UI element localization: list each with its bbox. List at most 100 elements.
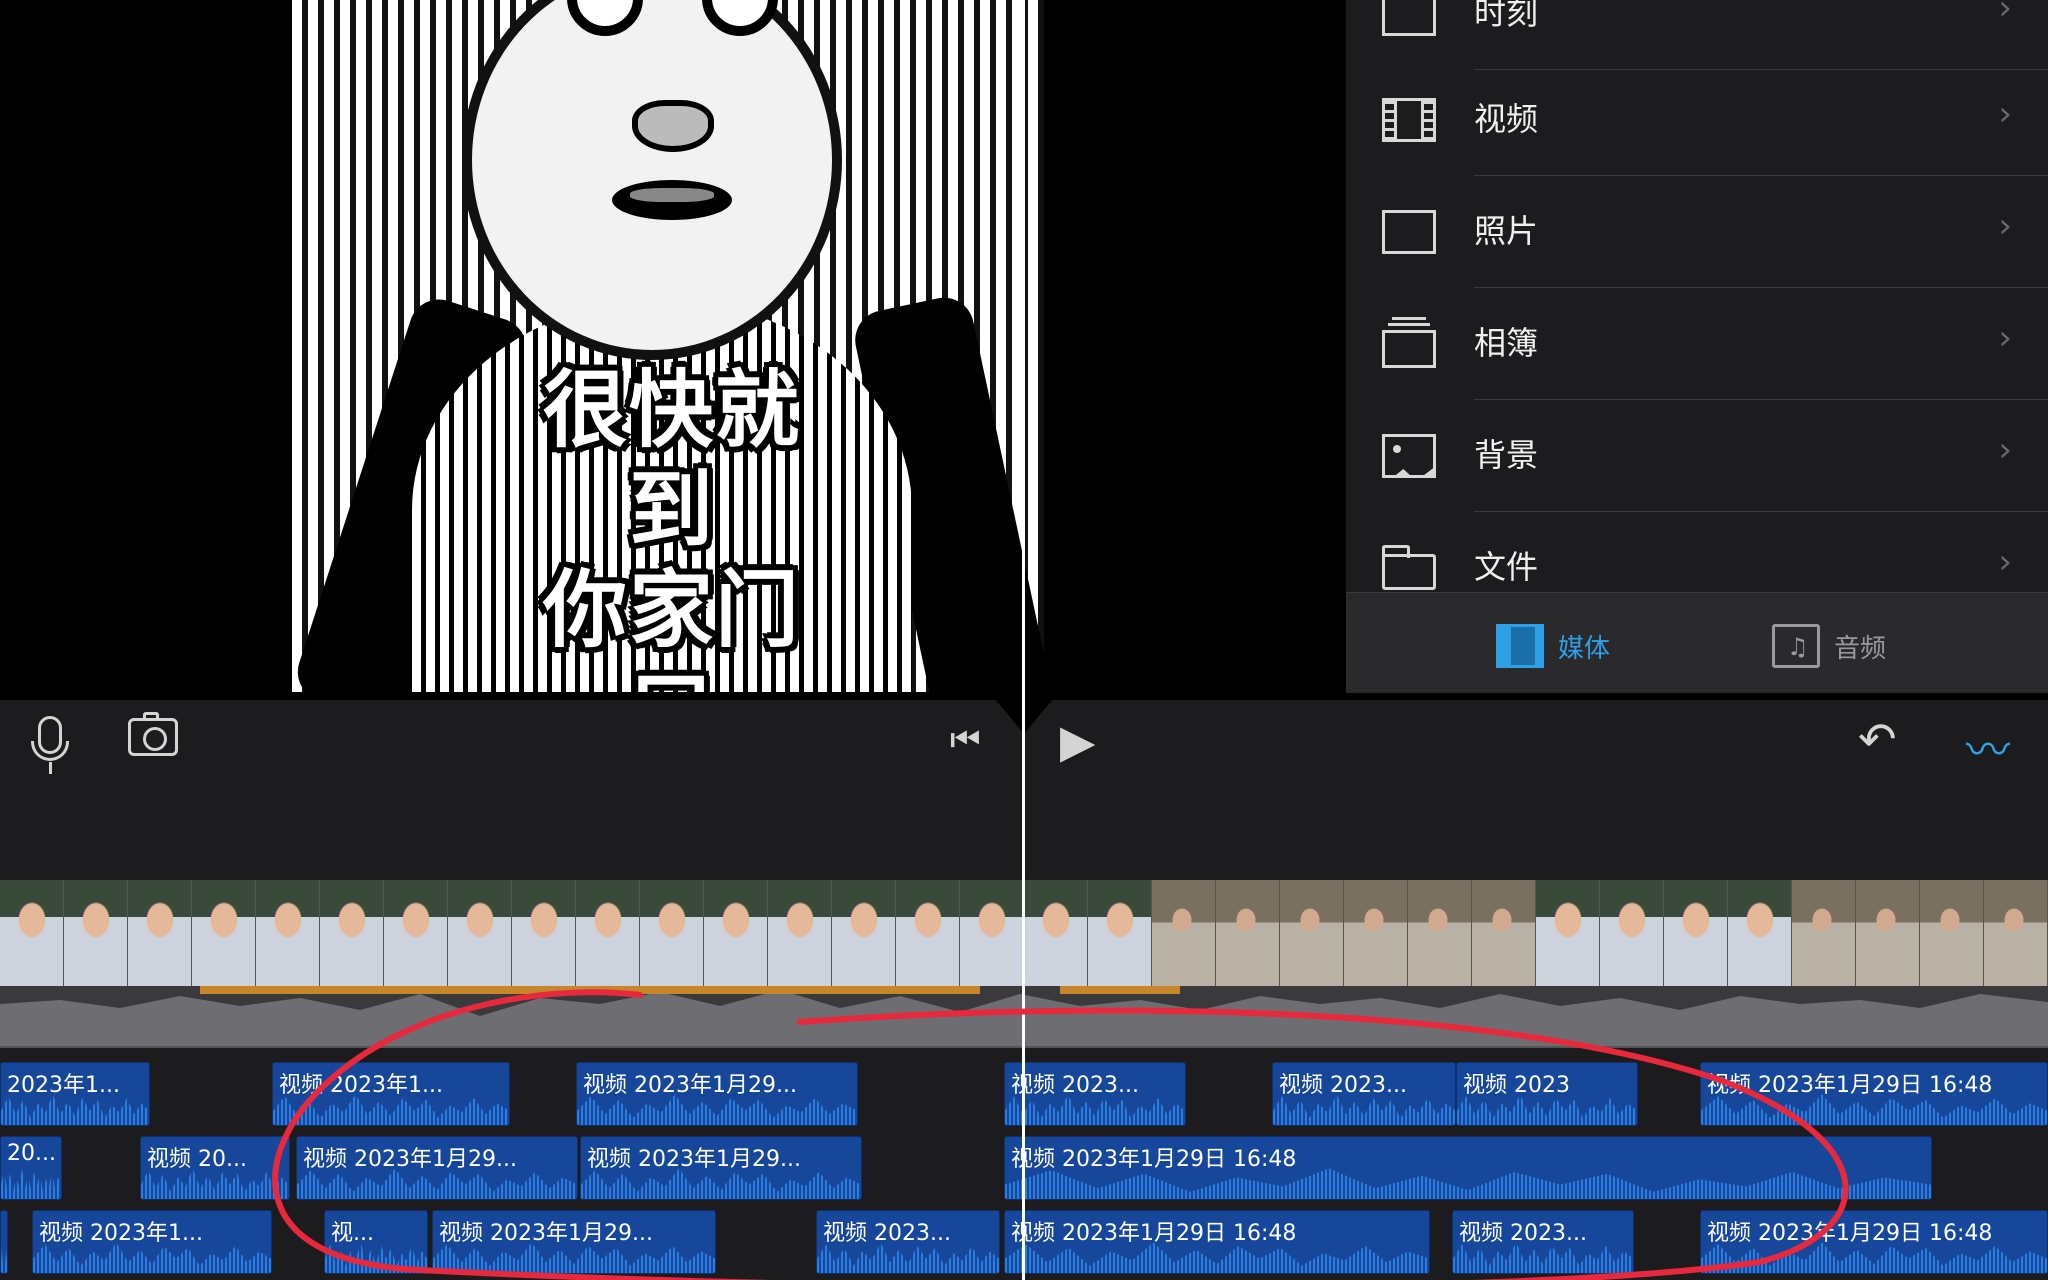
browser-row-videos[interactable]: 视频 ›: [1346, 64, 2048, 176]
audio-clip[interactable]: 视频 2023...: [816, 1210, 1000, 1274]
audio-clip[interactable]: 视频 2023年1...: [32, 1210, 272, 1274]
left-eye: [567, 0, 643, 36]
filmstrip-thumbnail: [1344, 880, 1408, 986]
browser-row-label: 视频: [1474, 100, 1539, 138]
clip-label: 视频 20...: [147, 1147, 247, 1172]
clip-label: 视频 2023年1月29日 16:48: [1707, 1073, 1993, 1098]
moments-icon: [1382, 0, 1436, 36]
audio-clip[interactable]: 视频 2023年1月29日 16:48: [1700, 1210, 2048, 1274]
tab-media-label: 媒体: [1558, 633, 1611, 664]
audio-clip[interactable]: 视频 2023年1月29日 16:48: [1004, 1136, 1932, 1200]
browser-row-label: 文件: [1474, 548, 1539, 586]
audio-clip[interactable]: 视频 20...: [140, 1136, 290, 1200]
nose: [632, 100, 714, 152]
filmstrip-thumbnail: [256, 880, 320, 986]
filmstrip-thumbnail: [832, 880, 896, 986]
audio-clip[interactable]: 视频 2023年1月29日 16:48: [1004, 1210, 1430, 1274]
background-image-icon: [1382, 434, 1436, 478]
filmstrip-thumbnail: [1920, 880, 1984, 986]
audio-clip[interactable]: 视频 2023年1月29...: [432, 1210, 716, 1274]
audio-clip[interactable]: [0, 1210, 8, 1274]
filmstrip-thumbnail: [1088, 880, 1152, 986]
audio-waveform-icon[interactable]: 〰: [1966, 714, 2010, 778]
browser-row-label: 背景: [1474, 436, 1539, 474]
audio-clip[interactable]: 20...: [0, 1136, 62, 1200]
film-icon: [1382, 98, 1436, 142]
browser-row-label: 相簿: [1474, 324, 1539, 362]
playhead[interactable]: [1022, 0, 1025, 1280]
clip-label: 视频 2023年1...: [279, 1073, 443, 1098]
filmstrip-thumbnail: [896, 880, 960, 986]
media-film-icon: [1496, 624, 1544, 668]
camera-icon[interactable]: [128, 712, 178, 756]
filmstrip-thumbnail: [1472, 880, 1536, 986]
right-eye: [702, 0, 778, 36]
clip-label: 视频 2023年1月29...: [303, 1147, 517, 1172]
audio-clip[interactable]: 视频 2023...: [1452, 1210, 1634, 1274]
microphone-stand: [49, 762, 52, 774]
audio-clip[interactable]: 视频 2023年1月29...: [576, 1062, 858, 1126]
clip-label: 视频 2023年1月29日 16:48: [1011, 1147, 1297, 1172]
filmstrip-thumbnail: [448, 880, 512, 986]
browser-row-backgrounds[interactable]: 背景 ›: [1346, 400, 2048, 512]
filmstrip-thumbnail: [384, 880, 448, 986]
caption-line-2: 你家门口: [542, 561, 801, 692]
clip-label: 视频 2023年1月29...: [587, 1147, 801, 1172]
filmstrip-thumbnail: [64, 880, 128, 986]
browser-row-photos[interactable]: 照片 ›: [1346, 176, 2048, 288]
clip-label: 视频 2023年1月29...: [583, 1073, 797, 1098]
audio-clip[interactable]: 视频 2023年1月29日 16:48: [1700, 1062, 2048, 1126]
chevron-right-icon: ›: [1998, 542, 2012, 582]
audio-clip[interactable]: 视频 2023年1...: [272, 1062, 510, 1126]
filmstrip-thumbnail: [192, 880, 256, 986]
audio-clip[interactable]: 视频 2023年1月29...: [296, 1136, 578, 1200]
audio-clip[interactable]: 视频 2023...: [1004, 1062, 1186, 1126]
browser-tab-bar: 媒体 ♫ 音频: [1346, 592, 2048, 693]
clip-label: 2023年1...: [7, 1073, 120, 1098]
clip-label: 视频 2023...: [1459, 1221, 1587, 1246]
browser-row-albums[interactable]: 相簿 ›: [1346, 288, 2048, 400]
album-stack-icon: [1382, 317, 1436, 368]
preview-frame: 很快就到 你家门口: [292, 0, 1044, 692]
filmstrip-thumbnail: [1536, 880, 1600, 986]
audio-clip[interactable]: 视频 2023: [1456, 1062, 1638, 1126]
audio-clip[interactable]: 视频 2023...: [1272, 1062, 1456, 1126]
play-icon[interactable]: ▶: [1060, 714, 1095, 768]
skip-to-start-icon[interactable]: ⏮: [950, 720, 981, 760]
filmstrip-thumbnail: [1280, 880, 1344, 986]
clip-label: 20...: [7, 1141, 56, 1166]
clip-label: 视频 2023年1月29...: [439, 1221, 653, 1246]
filmstrip-thumbnail: [0, 880, 64, 986]
clip-label: 视频 2023...: [823, 1221, 951, 1246]
filmstrip-thumbnail: [1600, 880, 1664, 986]
audio-clip[interactable]: 视...: [324, 1210, 428, 1274]
filmstrip-thumbnail: [960, 880, 1024, 986]
filmstrip-thumbnail: [1856, 880, 1920, 986]
filmstrip-thumbnail: [320, 880, 384, 986]
browser-row-label: 时刻: [1474, 0, 1539, 32]
filmstrip-thumbnail: [576, 880, 640, 986]
filmstrip-thumbnail: [1792, 880, 1856, 986]
chevron-right-icon: ›: [1998, 318, 2012, 358]
filmstrip-thumbnail: [1024, 880, 1088, 986]
microphone-icon[interactable]: [31, 716, 69, 761]
tab-audio[interactable]: ♫ 音频: [1772, 621, 1886, 671]
filmstrip-thumbnail: [512, 880, 576, 986]
chevron-right-icon: ›: [1998, 206, 2012, 246]
audio-clip[interactable]: 2023年1...: [0, 1062, 150, 1126]
media-browser: 时刻 › 视频 › 照片 › 相簿 › 背景 › 文件 › 媒体 ♫ 音频: [1346, 0, 2048, 693]
browser-row-moments[interactable]: 时刻 ›: [1346, 0, 2048, 70]
filmstrip-thumbnail: [1984, 880, 2048, 986]
filmstrip-thumbnail: [768, 880, 832, 986]
undo-icon[interactable]: ↶: [1858, 712, 1897, 766]
chevron-right-icon: ›: [1998, 430, 2012, 470]
audio-clip[interactable]: 视频 2023年1月29...: [580, 1136, 862, 1200]
filmstrip-thumbnail: [128, 880, 192, 986]
clip-label: 视频 2023...: [1011, 1073, 1139, 1098]
filmstrip-thumbnail: [1216, 880, 1280, 986]
tab-media[interactable]: 媒体: [1496, 621, 1610, 671]
preview-caption: 很快就到 你家门口: [502, 360, 842, 692]
browser-row-label: 照片: [1474, 212, 1539, 250]
filmstrip-thumbnail: [1728, 880, 1792, 986]
clip-label: 视频 2023: [1463, 1073, 1570, 1098]
